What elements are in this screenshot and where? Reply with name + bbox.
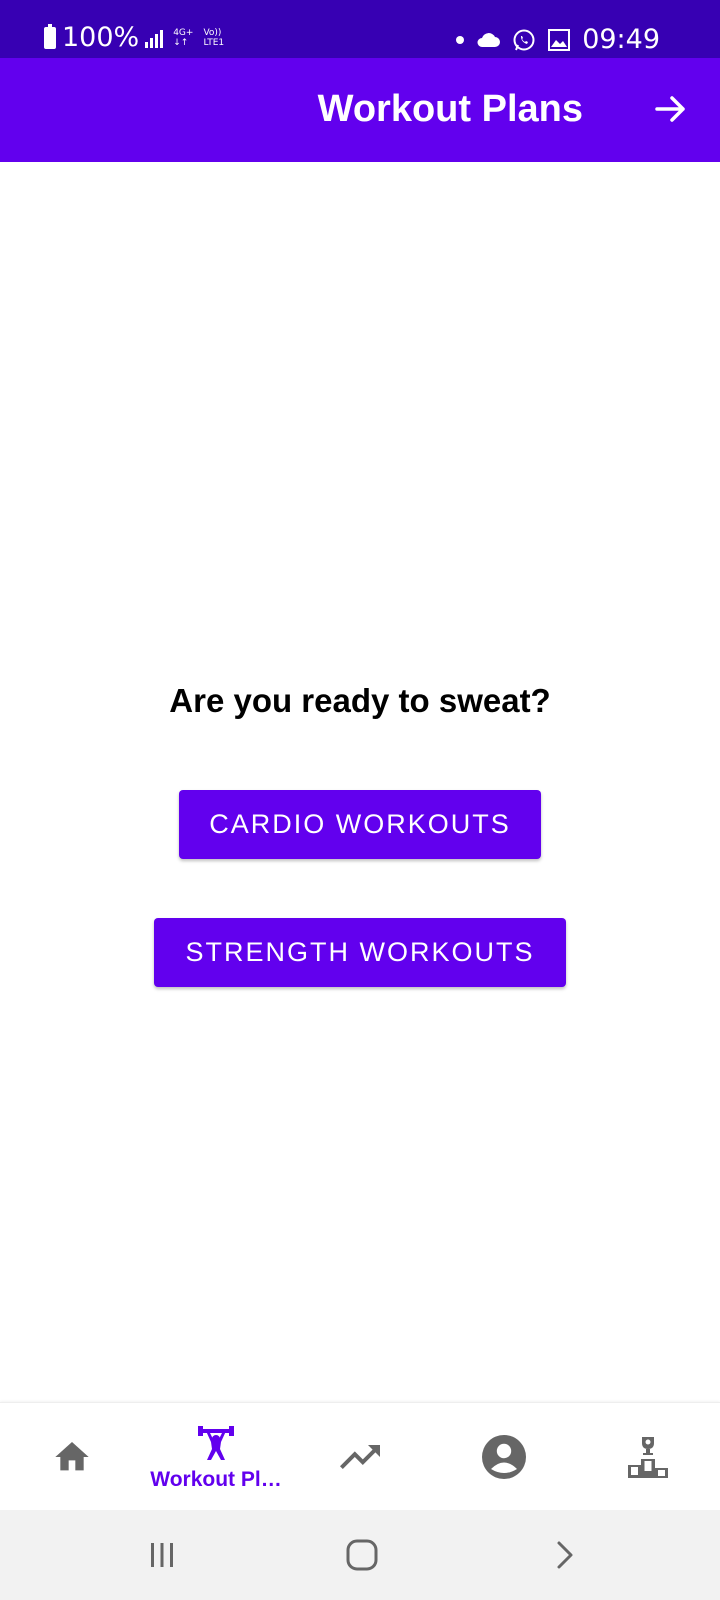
back-button[interactable]	[534, 1530, 594, 1580]
nav-item-workout-plans[interactable]: Workout Pl…	[144, 1403, 288, 1511]
strength-workouts-button[interactable]: STRENGTH WORKOUTS	[154, 918, 566, 987]
system-navigation-bar	[0, 1510, 720, 1600]
recent-apps-icon	[151, 1543, 173, 1567]
recent-apps-button[interactable]	[132, 1530, 192, 1580]
nav-item-home[interactable]	[0, 1403, 144, 1511]
screen: 100% 4G+ ↓↑ Vo)) LTE1 09:49 Workout Plan…	[0, 0, 720, 1600]
arrow-right-icon	[655, 96, 685, 122]
volte-label: Vo))	[203, 27, 222, 38]
battery-icon	[44, 23, 56, 49]
lte-label: LTE1	[203, 37, 225, 48]
chevron-right-icon	[557, 1541, 573, 1569]
status-right: 09:49	[456, 24, 660, 55]
image-icon	[548, 28, 571, 51]
home-circle-icon	[346, 1539, 378, 1571]
home-icon	[55, 1442, 89, 1471]
notification-dot-icon	[456, 35, 465, 44]
nav-item-leaderboard[interactable]	[576, 1403, 720, 1511]
clock: 09:49	[582, 24, 660, 55]
battery-level: 100%	[62, 22, 140, 53]
status-bar: 100% 4G+ ↓↑ Vo)) LTE1 09:49	[0, 0, 720, 58]
forward-button[interactable]	[646, 84, 696, 134]
nav-item-profile[interactable]	[432, 1403, 576, 1511]
page-title: Workout Plans	[317, 88, 583, 130]
trending-up-icon	[340, 1445, 380, 1469]
headline: Are you ready to sweat?	[169, 682, 551, 719]
data-arrows-icon: ↓↑	[173, 37, 189, 48]
weightlifting-icon	[198, 1426, 234, 1460]
cardio-workouts-button[interactable]: CARDIO WORKOUTS	[179, 790, 541, 859]
account-icon	[482, 1435, 526, 1479]
signal-icon	[145, 28, 164, 48]
status-left: 100% 4G+ ↓↑ Vo)) LTE1	[44, 22, 224, 53]
cloud-icon	[477, 32, 501, 47]
volte-indicator: Vo)) LTE1	[203, 28, 224, 48]
home-button[interactable]	[332, 1530, 392, 1580]
network-indicator: 4G+ ↓↑	[173, 28, 193, 48]
app-bar: Workout Plans	[0, 58, 720, 162]
whatsapp-icon	[513, 29, 535, 50]
leaderboard-icon	[628, 1437, 668, 1478]
network-type: 4G+	[173, 27, 194, 38]
nav-item-progress[interactable]	[288, 1403, 432, 1511]
nav-item-label: Workout Pl…	[150, 1468, 282, 1491]
bottom-navigation: Workout Pl…	[0, 1402, 720, 1511]
